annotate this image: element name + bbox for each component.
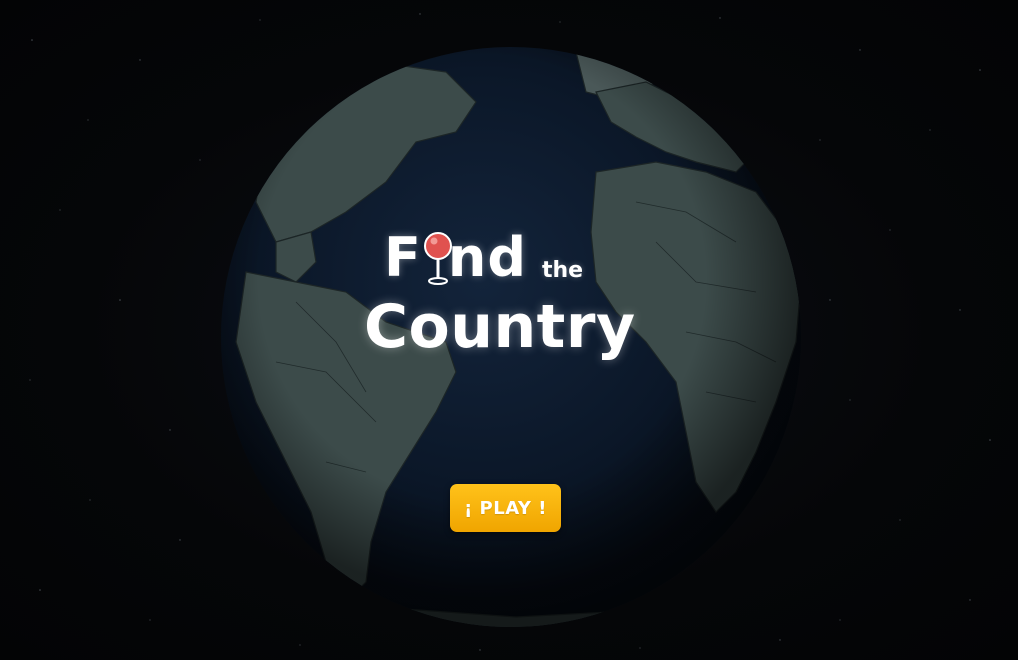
title-word-the: the: [542, 258, 584, 283]
title-word-country: Country: [364, 292, 636, 362]
play-button[interactable]: ¡ PLAY !: [450, 484, 561, 532]
map-pin-icon: [424, 232, 452, 285]
title-screen: Fnd the Country ¡ PLAY !: [0, 0, 1018, 660]
title-find-end: nd: [447, 226, 527, 289]
title-word-find: Fnd: [384, 228, 527, 288]
title-find-start: F: [384, 226, 422, 289]
game-title: Fnd the Country: [360, 228, 660, 378]
